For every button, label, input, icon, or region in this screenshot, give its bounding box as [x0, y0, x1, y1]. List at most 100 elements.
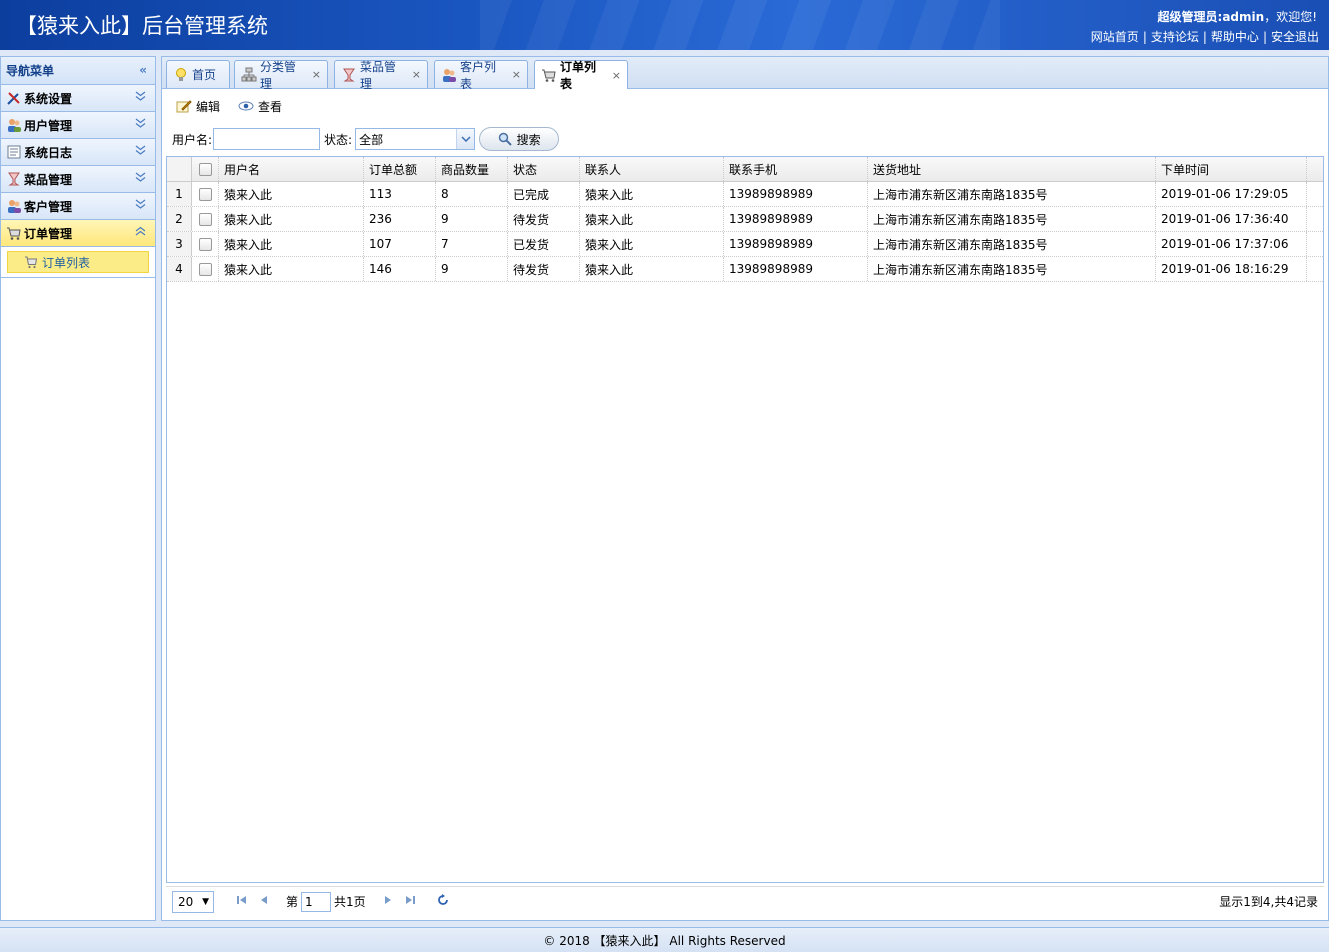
checkbox-box [198, 187, 212, 201]
col-header-order-total[interactable]: 订单总额 [364, 157, 436, 181]
row-number: 4 [167, 257, 192, 281]
close-icon[interactable]: × [312, 68, 321, 81]
last-page-button[interactable] [399, 891, 421, 913]
cart-icon [24, 255, 38, 269]
close-icon[interactable]: × [412, 68, 421, 81]
collapse-left-icon[interactable]: « [139, 63, 147, 77]
edit-icon [176, 98, 192, 114]
status-select[interactable]: 全部 [355, 128, 476, 150]
col-header-status[interactable]: 状态 [508, 157, 580, 181]
prev-page-button[interactable] [253, 891, 275, 913]
cell-phone: 13989898989 [724, 232, 868, 256]
cell-phone: 13989898989 [724, 257, 868, 281]
chevron-down-icon [135, 145, 146, 158]
view-label: 查看 [258, 99, 283, 114]
col-header-address[interactable]: 送货地址 [868, 157, 1156, 181]
nav-item-label: 菜品管理 [24, 172, 73, 187]
cart-icon [541, 67, 557, 83]
refresh-button[interactable] [432, 891, 454, 913]
checkbox-box [198, 162, 212, 176]
subnav-item-order-list[interactable]: 订单列表 [7, 251, 149, 273]
pager-divider [280, 891, 281, 912]
row-checkbox[interactable] [192, 182, 219, 206]
close-icon[interactable]: × [612, 69, 621, 82]
link-logout[interactable]: 安全退出 [1271, 30, 1319, 44]
cell-quantity: 8 [436, 182, 508, 206]
goblet-icon [341, 67, 357, 83]
cell-address: 上海市浦东新区浦东南路1835号 [868, 257, 1156, 281]
page-size-value: 20 [178, 894, 194, 909]
table-row[interactable]: 3 猿来入此 107 7 已发货 猿来入此 13989898989 上海市浦东新… [167, 232, 1323, 257]
row-checkbox[interactable] [192, 207, 219, 231]
header-links: 网站首页 | 支持论坛 | 帮助中心 | 安全退出 [1090, 30, 1319, 44]
close-icon[interactable]: × [512, 68, 521, 81]
search-label: 搜索 [516, 132, 541, 147]
user-greeting: 超级管理员:admin，欢迎您! [1158, 8, 1317, 25]
select-all-checkbox[interactable] [192, 157, 219, 181]
username-input[interactable] [213, 128, 321, 150]
nav-item-system-settings[interactable]: 系统设置 [1, 85, 155, 112]
page-number-input[interactable]: 1 [301, 891, 332, 912]
row-checkbox[interactable] [192, 257, 219, 281]
search-button[interactable]: 搜索 [479, 127, 560, 151]
log-icon [6, 144, 22, 160]
cell-status: 待发货 [508, 207, 580, 231]
page-size-select[interactable]: 20 ▼ [172, 890, 214, 913]
cell-contact: 猿来入此 [580, 207, 724, 231]
goblet-icon [6, 171, 22, 187]
chevron-down-icon [135, 118, 146, 131]
col-header-contact[interactable]: 联系人 [580, 157, 724, 181]
link-site-home[interactable]: 网站首页 [1091, 30, 1139, 44]
table-row[interactable]: 1 猿来入此 113 8 已完成 猿来入此 13989898989 上海市浦东新… [167, 182, 1323, 207]
search-bar: 用户名: 状态: 全部 搜索 [166, 123, 1324, 155]
cart-icon [6, 225, 22, 241]
nav-item-system-log[interactable]: 系统日志 [1, 139, 155, 166]
col-header-username[interactable]: 用户名 [219, 157, 364, 181]
chevron-up-icon [135, 226, 146, 239]
link-help-center[interactable]: 帮助中心 [1211, 30, 1259, 44]
col-header-order-time[interactable]: 下单时间 [1156, 157, 1307, 181]
nav-title: 导航菜单 [6, 64, 55, 78]
last-page-icon [405, 895, 415, 908]
link-forum[interactable]: 支持论坛 [1151, 30, 1199, 44]
row-number: 1 [167, 182, 192, 206]
table-row[interactable]: 4 猿来入此 146 9 待发货 猿来入此 13989898989 上海市浦东新… [167, 257, 1323, 282]
chevron-down-icon [135, 199, 146, 212]
cell-address: 上海市浦东新区浦东南路1835号 [868, 182, 1156, 206]
cell-order-time: 2019-01-06 17:37:06 [1156, 232, 1307, 256]
tab-order-list[interactable]: 订单列表 × [534, 60, 628, 91]
tab-category-management[interactable]: 分类管理 × [234, 60, 328, 91]
cell-status: 待发货 [508, 257, 580, 281]
row-checkbox[interactable] [192, 232, 219, 256]
pager-divider [370, 891, 372, 912]
pagination-bar: 20 ▼ 第 1 共1页 显示1到4,共4记录 [166, 886, 1324, 916]
next-page-button[interactable] [377, 891, 399, 913]
dropdown-arrow-icon: ▼ [202, 896, 209, 907]
checkbox-box [198, 262, 212, 276]
first-page-button[interactable] [231, 891, 253, 913]
nav-item-user-management[interactable]: 用户管理 [1, 112, 155, 139]
user-role: 超级管理员:admin [1157, 10, 1265, 24]
tab-dish-management[interactable]: 菜品管理 × [334, 60, 428, 91]
order-submenu: 订单列表 [1, 247, 155, 278]
edit-button[interactable]: 编辑 [176, 98, 220, 115]
checkbox-box [198, 212, 212, 226]
cell-order-total: 107 [364, 232, 436, 256]
cell-order-time: 2019-01-06 18:16:29 [1156, 257, 1307, 281]
nav-item-dish-management[interactable]: 菜品管理 [1, 166, 155, 193]
cell-address: 上海市浦东新区浦东南路1835号 [868, 232, 1156, 256]
col-header-quantity[interactable]: 商品数量 [436, 157, 508, 181]
tab-home[interactable]: 首页 [166, 60, 230, 88]
nav-item-customer-management[interactable]: 客户管理 [1, 193, 155, 220]
welcome-text: ，欢迎您! [1264, 10, 1317, 24]
tab-customer-list[interactable]: 客户列表 × [434, 60, 528, 91]
view-button[interactable]: 查看 [238, 98, 282, 115]
customers-icon [441, 67, 457, 83]
tab-label: 首页 [192, 68, 217, 82]
nav-item-order-management[interactable]: 订单管理 [1, 220, 155, 247]
subnav-item-label: 订单列表 [42, 255, 91, 270]
col-header-phone[interactable]: 联系手机 [724, 157, 868, 181]
table-row[interactable]: 2 猿来入此 236 9 待发货 猿来入此 13989898989 上海市浦东新… [167, 207, 1323, 232]
status-selected-value: 全部 [359, 132, 384, 147]
chevron-down-icon[interactable] [456, 129, 475, 149]
